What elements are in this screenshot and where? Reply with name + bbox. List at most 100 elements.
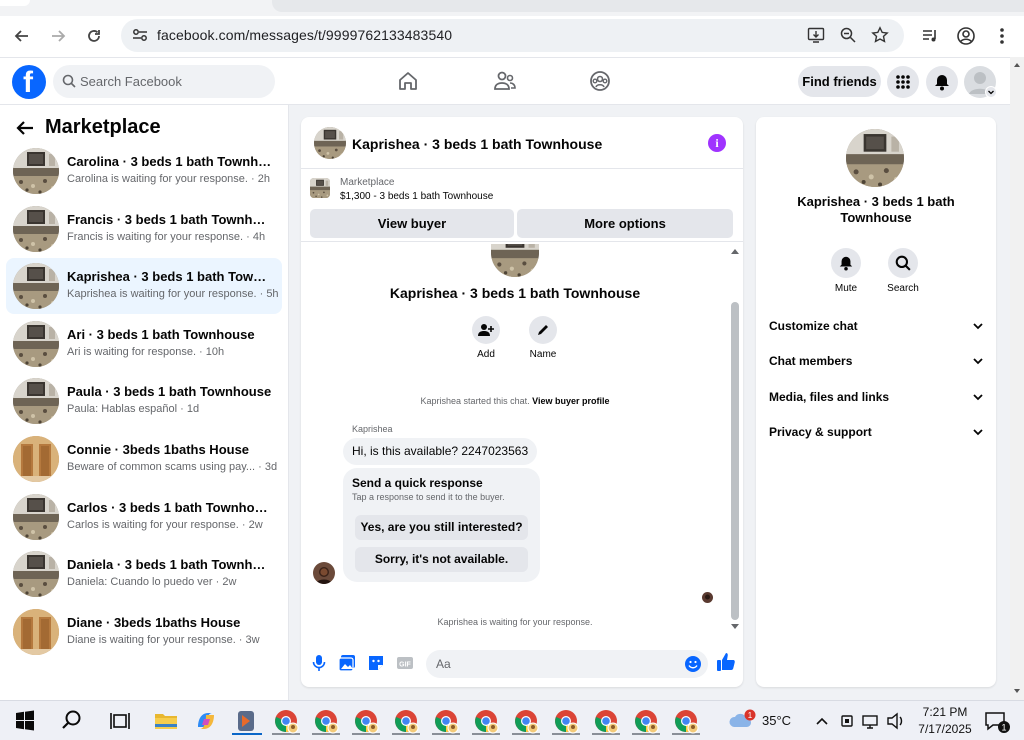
groups-icon[interactable] bbox=[589, 70, 611, 92]
info-section[interactable]: Privacy & support bbox=[769, 423, 984, 443]
emoji-icon[interactable] bbox=[684, 655, 702, 673]
marketplace-listing-box: Marketplace $1,300 - 3 beds 1 bath Townh… bbox=[301, 170, 743, 242]
info-avatar bbox=[846, 129, 904, 187]
chat-avatar[interactable] bbox=[314, 127, 346, 159]
pencil-icon bbox=[529, 316, 557, 344]
conversation-item[interactable]: Carolina · 3 beds 1 bath Townhouse Caroli… bbox=[6, 143, 282, 199]
facebook-search[interactable]: Search Facebook bbox=[53, 65, 275, 98]
conversation-item[interactable]: Francis · 3 beds 1 bath Townhouse Francis… bbox=[6, 201, 282, 257]
add-action[interactable]: Add bbox=[456, 316, 516, 360]
conversation-item[interactable]: Carlos · 3 beds 1 bath Townhouse Carlos i… bbox=[6, 489, 282, 545]
chrome-icon[interactable] bbox=[632, 707, 660, 735]
conversation-item[interactable]: Diane · 3beds 1baths House Diane is waiti… bbox=[6, 604, 282, 660]
conversation-item[interactable]: Paula · 3 beds 1 bath Townhouse Paula: Ha… bbox=[6, 373, 282, 429]
install-app-icon[interactable] bbox=[807, 26, 825, 44]
conversation-item[interactable]: Daniela · 3 beds 1 bath Townhouse Daniela… bbox=[6, 546, 282, 602]
info-section-label: Customize chat bbox=[769, 319, 858, 333]
info-icon[interactable]: i bbox=[708, 134, 726, 152]
chrome-icon[interactable] bbox=[672, 707, 700, 735]
chrome-icon[interactable] bbox=[392, 707, 420, 735]
chat-info-panel: Kaprishea · 3 beds 1 bath Townhouse Mute… bbox=[756, 117, 996, 687]
network-icon[interactable] bbox=[861, 707, 881, 735]
more-options-button[interactable]: More options bbox=[517, 209, 733, 238]
listing-thumbnail bbox=[13, 263, 59, 310]
file-explorer-icon[interactable] bbox=[152, 707, 180, 735]
svg-text:GIF: GIF bbox=[399, 662, 411, 669]
address-bar[interactable]: facebook.com/messages/t/9999762133483540 bbox=[121, 19, 904, 52]
browser-menu-icon[interactable] bbox=[990, 24, 1014, 48]
search-icon[interactable] bbox=[58, 707, 86, 735]
search-action[interactable]: Search bbox=[878, 248, 928, 294]
volume-icon[interactable] bbox=[885, 707, 905, 735]
quick-reply-unavailable-button[interactable]: Sorry, it's not available. bbox=[355, 547, 528, 572]
show-hidden-icons-chevron[interactable] bbox=[813, 707, 831, 735]
page-scrollbar[interactable] bbox=[1010, 57, 1024, 700]
mute-action[interactable]: Mute bbox=[821, 248, 871, 294]
scroll-down-icon[interactable] bbox=[731, 624, 739, 630]
photo-icon[interactable] bbox=[338, 654, 356, 672]
chrome-icon[interactable] bbox=[272, 707, 300, 735]
bookmark-star-icon[interactable] bbox=[871, 26, 889, 44]
profile-icon[interactable] bbox=[954, 24, 978, 48]
message-bubble[interactable]: Hi, is this available? 2247023563 bbox=[343, 438, 538, 465]
chat-title[interactable]: Kaprishea · 3 beds 1 bath Townhouse bbox=[352, 136, 602, 152]
view-buyer-profile-link[interactable]: View buyer profile bbox=[532, 396, 609, 406]
listing-title[interactable]: $1,300 - 3 beds 1 bath Townhouse bbox=[340, 191, 493, 202]
info-section[interactable]: Customize chat bbox=[769, 317, 984, 337]
conversation-item[interactable]: Connie · 3beds 1baths House Beware of com… bbox=[6, 431, 282, 487]
search-placeholder: Search Facebook bbox=[80, 74, 182, 89]
browser-tab[interactable] bbox=[272, 0, 1024, 12]
friends-icon[interactable] bbox=[493, 70, 517, 92]
add-label: Add bbox=[477, 349, 495, 360]
chrome-icon[interactable] bbox=[512, 707, 540, 735]
quick-reply-interested-button[interactable]: Yes, are you still interested? bbox=[355, 515, 528, 540]
copilot-icon[interactable] bbox=[192, 707, 220, 735]
sticker-icon[interactable] bbox=[367, 654, 385, 672]
view-buyer-button[interactable]: View buyer bbox=[310, 209, 514, 238]
info-section[interactable]: Media, files and links bbox=[769, 388, 984, 408]
chat-scrollbar[interactable] bbox=[731, 302, 739, 620]
zoom-icon[interactable] bbox=[839, 26, 857, 44]
facebook-logo[interactable]: f bbox=[12, 65, 46, 99]
back-icon[interactable] bbox=[10, 24, 34, 48]
back-arrow-icon[interactable] bbox=[16, 120, 34, 136]
windows-start-icon[interactable] bbox=[11, 707, 39, 735]
chrome-icon[interactable] bbox=[432, 707, 460, 735]
chrome-icon[interactable] bbox=[472, 707, 500, 735]
task-view-icon[interactable] bbox=[106, 707, 134, 735]
info-section-label: Privacy & support bbox=[769, 424, 872, 439]
media-controls-icon[interactable] bbox=[918, 24, 942, 48]
chevron-down-icon bbox=[985, 86, 997, 98]
usb-icon[interactable] bbox=[838, 707, 856, 735]
name-action[interactable]: Name bbox=[513, 316, 573, 360]
microphone-icon[interactable] bbox=[310, 654, 328, 672]
chrome-icon[interactable] bbox=[312, 707, 340, 735]
forward-icon[interactable] bbox=[46, 24, 70, 48]
thumbs-up-icon[interactable] bbox=[716, 652, 736, 672]
clock[interactable]: 7:21 PM 7/17/2025 bbox=[910, 704, 980, 738]
chrome-icon[interactable] bbox=[552, 707, 580, 735]
site-settings-icon[interactable] bbox=[131, 26, 149, 44]
chrome-icon[interactable] bbox=[352, 707, 380, 735]
menu-grid-icon[interactable] bbox=[887, 66, 919, 98]
info-section[interactable]: Chat members bbox=[769, 352, 984, 372]
conversation-item[interactable]: Ari · 3 beds 1 bath Townhouse Ari is wait… bbox=[6, 316, 282, 372]
find-friends-button[interactable]: Find friends bbox=[798, 66, 881, 97]
account-avatar[interactable] bbox=[964, 66, 997, 98]
scroll-up-icon[interactable] bbox=[731, 248, 739, 254]
temperature[interactable]: 35°C bbox=[762, 713, 791, 728]
notifications-bell-icon[interactable] bbox=[926, 66, 958, 98]
app-icon-active[interactable] bbox=[232, 707, 262, 735]
weather-icon[interactable]: 1 bbox=[728, 707, 758, 735]
chat-panel: Kaprishea · 3 beds 1 bath Townhouse i Ma… bbox=[301, 117, 743, 687]
url-text[interactable]: facebook.com/messages/t/9999762133483540 bbox=[157, 27, 452, 43]
message-input[interactable]: Aa bbox=[426, 650, 708, 678]
notification-center-icon[interactable]: 1 bbox=[982, 707, 1012, 735]
conversation-item[interactable]: Kaprishea · 3 beds 1 bath Townhou... Kapr… bbox=[6, 258, 282, 315]
browser-toolbar: facebook.com/messages/t/9999762133483540 bbox=[0, 16, 1024, 56]
reload-icon[interactable] bbox=[82, 24, 106, 48]
gif-icon[interactable]: GIF bbox=[396, 654, 414, 672]
home-icon[interactable] bbox=[397, 70, 419, 92]
message-thread[interactable]: Kaprishea · 3 beds 1 bath Townhouse Add … bbox=[301, 244, 743, 634]
chrome-icon[interactable] bbox=[592, 707, 620, 735]
